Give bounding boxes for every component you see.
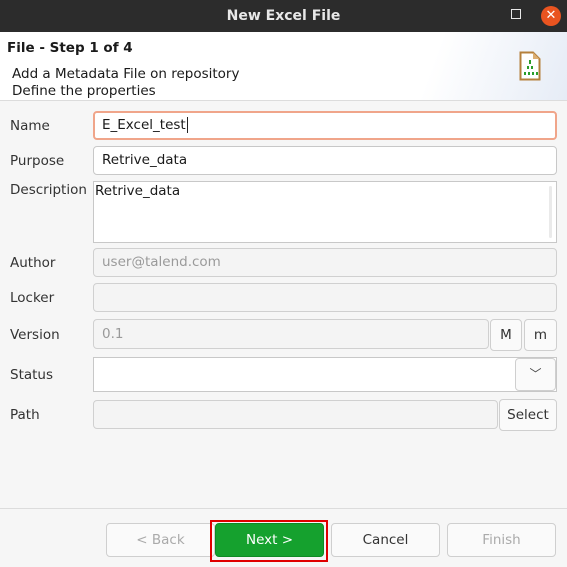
purpose-label: Purpose: [10, 153, 65, 169]
description-value: Retrive_data: [95, 183, 181, 199]
author-label: Author: [10, 255, 56, 271]
finish-button: Finish: [447, 523, 556, 557]
cancel-button[interactable]: Cancel: [331, 523, 440, 557]
description-textarea[interactable]: Retrive_data: [93, 181, 557, 243]
locker-input: [93, 283, 557, 312]
title-bar: New Excel File ✕: [0, 0, 567, 32]
step-description: Add a Metadata File on repository Define…: [12, 66, 239, 100]
name-value: E_Excel_test: [102, 117, 186, 133]
name-label: Name: [10, 118, 50, 134]
version-input: 0.1: [93, 319, 489, 349]
wizard-header: File - Step 1 of 4 Add a Metadata File o…: [0, 32, 567, 101]
step-description-line2: Define the properties: [12, 83, 156, 99]
purpose-input[interactable]: Retrive_data: [93, 146, 557, 175]
name-input[interactable]: E_Excel_test​: [93, 111, 557, 140]
path-label: Path: [10, 407, 40, 423]
footer-divider: [0, 508, 567, 509]
author-input: user@talend.com: [93, 248, 557, 277]
minor-version-button[interactable]: m: [524, 319, 557, 351]
major-version-button[interactable]: M: [490, 319, 522, 351]
maximize-icon[interactable]: [511, 9, 521, 19]
version-label: Version: [10, 327, 60, 343]
close-icon[interactable]: ✕: [541, 6, 561, 26]
chevron-down-icon[interactable]: ﹀: [515, 358, 556, 391]
select-path-button[interactable]: Select: [499, 399, 557, 431]
next-button-highlight: [210, 520, 328, 562]
description-label: Description: [10, 182, 87, 198]
step-title: File - Step 1 of 4: [7, 40, 133, 56]
locker-label: Locker: [10, 290, 55, 306]
path-input: [93, 400, 498, 429]
status-label: Status: [10, 367, 54, 383]
status-dropdown[interactable]: [93, 357, 557, 392]
text-cursor: ​: [186, 117, 188, 133]
description-scrollbar[interactable]: [549, 186, 552, 238]
back-button: < Back: [106, 523, 215, 557]
step-description-line1: Add a Metadata File on repository: [12, 66, 240, 82]
excel-file-icon: [519, 51, 541, 81]
window-title: New Excel File: [226, 8, 341, 24]
